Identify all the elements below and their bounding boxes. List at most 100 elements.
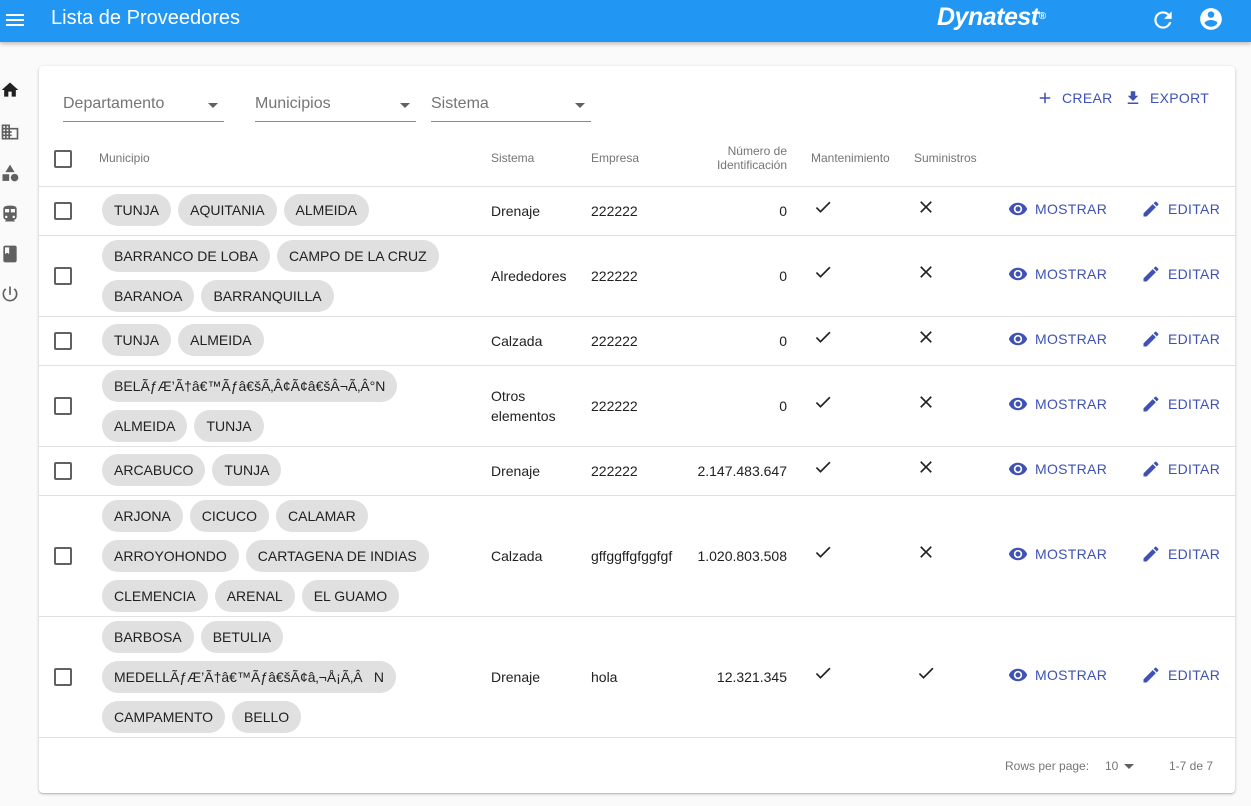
sistema-label: Sistema xyxy=(431,95,489,112)
editar-label: EDITAR xyxy=(1168,265,1221,282)
municipios-select[interactable]: Municipios xyxy=(255,88,416,122)
mostrar-label: MOSTRAR xyxy=(1035,395,1108,412)
table-row: ARCABUCO TUNJA Drenaje 222222 2.147.483.647 M… xyxy=(39,446,1235,496)
header-mantenimiento[interactable]: Mantenimiento xyxy=(811,151,890,165)
header-numero-identificacion[interactable]: Número de Identificación xyxy=(637,144,787,172)
municipio-chip[interactable]: ARROYOHONDO xyxy=(102,540,239,572)
municipio-chips: TUNJA AQUITANIA ALMEIDA xyxy=(102,194,472,226)
municipio-chip[interactable]: CARTAGENA DE INDIAS xyxy=(245,540,429,572)
crear-button[interactable]: CREAR xyxy=(1036,86,1113,110)
menu-icon[interactable] xyxy=(5,9,27,31)
export-button[interactable]: EXPORT xyxy=(1124,86,1209,110)
municipio-chip[interactable]: CAMPO DE LA CRUZ xyxy=(276,240,439,272)
municipio-chip[interactable]: BELLO xyxy=(232,701,302,733)
municipio-chips: BARBOSA BETULIA MEDELLÃƒÆ’Ã†â€™Ãƒâ€šÃ¢â‚¬Å… xyxy=(102,621,472,733)
category-icon[interactable] xyxy=(0,163,19,183)
editar-button[interactable]: EDITAR xyxy=(1141,665,1220,685)
row-checkbox[interactable] xyxy=(54,546,72,565)
municipio-chips: BARRANCO DE LOBA CAMPO DE LA CRUZ BARANOA B… xyxy=(102,240,472,312)
power-icon[interactable] xyxy=(0,284,18,304)
check-icon xyxy=(916,663,936,683)
row-checkbox[interactable] xyxy=(54,331,72,350)
editar-button[interactable]: EDITAR xyxy=(1141,264,1220,284)
header-suministros[interactable]: Suministros xyxy=(914,151,977,165)
municipio-chip[interactable]: ARCABUCO xyxy=(102,454,206,486)
municipio-chip[interactable]: CLEMENCIA xyxy=(102,580,208,612)
municipio-chip[interactable]: ARJONA xyxy=(102,500,183,532)
header-numero-line1: Número de xyxy=(727,144,787,158)
table-row: TUNJA ALMEIDA Calzada 222222 0 MOSTRAR EDITAR xyxy=(39,316,1235,366)
account-circle-icon[interactable] xyxy=(1198,6,1224,32)
municipio-chip[interactable]: CICUCO xyxy=(189,500,270,532)
header-municipio[interactable]: Municipio xyxy=(99,151,150,165)
mostrar-button[interactable]: MOSTRAR xyxy=(1008,544,1107,564)
municipio-chip[interactable]: AQUITANIA xyxy=(178,194,277,226)
numero-identificacion-cell: 0 xyxy=(779,397,787,414)
municipio-chip[interactable]: CALAMAR xyxy=(276,500,368,532)
sistema-cell: Alrededores xyxy=(491,267,567,284)
municipio-chips: ARJONA CICUCO CALAMAR ARROYOHONDO CARTAGENA … xyxy=(102,500,472,612)
logo-registered-mark: ® xyxy=(1038,11,1046,22)
mostrar-button[interactable]: MOSTRAR xyxy=(1008,329,1107,349)
select-all-checkbox[interactable] xyxy=(54,150,72,168)
municipio-chip[interactable]: BARRANQUILLA xyxy=(201,280,334,312)
municipio-chip[interactable]: ALMEIDA xyxy=(102,410,188,442)
row-checkbox[interactable] xyxy=(54,396,72,415)
rows-per-page-select[interactable]: 10 xyxy=(1105,759,1134,773)
header-sistema[interactable]: Sistema xyxy=(491,151,534,165)
mostrar-label: MOSTRAR xyxy=(1035,545,1108,562)
municipio-chip[interactable]: ALMEIDA xyxy=(283,194,370,226)
row-checkbox[interactable] xyxy=(54,667,72,686)
chevron-down-icon xyxy=(575,103,585,108)
sistema-cell: Calzada xyxy=(491,332,543,349)
chevron-down-icon xyxy=(400,103,410,108)
municipio-chip[interactable]: TUNJA xyxy=(194,410,264,442)
municipio-chip[interactable]: ARENAL xyxy=(214,580,295,612)
mostrar-button[interactable]: MOSTRAR xyxy=(1008,665,1107,685)
sistema-select[interactable]: Sistema xyxy=(431,88,591,122)
municipio-chip[interactable]: TUNJA xyxy=(102,194,172,226)
editar-button[interactable]: EDITAR xyxy=(1141,199,1220,219)
editar-button[interactable]: EDITAR xyxy=(1141,544,1220,564)
building-icon[interactable] xyxy=(0,122,19,142)
municipio-chip[interactable]: BARRANCO DE LOBA xyxy=(102,240,270,272)
eye-icon xyxy=(1008,459,1028,479)
check-icon xyxy=(813,327,833,347)
municipio-chip[interactable]: MEDELLÃƒÆ’Ã†â€™Ãƒâ€šÃ¢â‚¬Å¡Ã‚ÂN xyxy=(102,661,396,693)
row-checkbox[interactable] xyxy=(54,266,72,285)
pencil-icon xyxy=(1141,394,1161,414)
municipio-chip[interactable]: TUNJA xyxy=(212,454,282,486)
municipio-chip[interactable]: BETULIA xyxy=(200,621,284,653)
municipio-chip[interactable]: EL GUAMO xyxy=(301,580,400,612)
municipio-chip[interactable]: CAMPAMENTO xyxy=(102,701,226,733)
mostrar-button[interactable]: MOSTRAR xyxy=(1008,394,1107,414)
mostrar-button[interactable]: MOSTRAR xyxy=(1008,264,1107,284)
export-label: EXPORT xyxy=(1150,90,1210,106)
departamento-select[interactable]: Departamento xyxy=(63,88,224,122)
municipio-chip[interactable]: BARBOSA xyxy=(102,621,194,653)
pagination-range: 1-7 de 7 xyxy=(1169,759,1214,773)
editar-label: EDITAR xyxy=(1168,330,1221,347)
rows-per-page-label: Rows per page: xyxy=(1005,759,1090,773)
editar-button[interactable]: EDITAR xyxy=(1141,459,1220,479)
row-checkbox[interactable] xyxy=(54,201,72,220)
municipio-chip[interactable]: TUNJA xyxy=(102,324,172,356)
municipio-chip[interactable]: ALMEIDA xyxy=(178,324,264,356)
header-empresa[interactable]: Empresa xyxy=(591,151,639,165)
editar-button[interactable]: EDITAR xyxy=(1141,329,1220,349)
municipio-chip[interactable]: BELÃƒÆ’Ã†â€™Ãƒâ€šÃ‚Â¢Ã¢â€šÂ¬Ã‚Â°N xyxy=(102,370,398,402)
mostrar-button[interactable]: MOSTRAR xyxy=(1008,459,1107,479)
municipio-chips: TUNJA ALMEIDA xyxy=(102,324,472,356)
empresa-cell: hola xyxy=(591,668,618,685)
empresa-cell: 222222 xyxy=(591,462,638,479)
train-icon[interactable] xyxy=(0,204,18,224)
mostrar-button[interactable]: MOSTRAR xyxy=(1008,199,1107,219)
editar-button[interactable]: EDITAR xyxy=(1141,394,1220,414)
book-icon[interactable] xyxy=(0,244,18,264)
refresh-icon[interactable] xyxy=(1150,7,1176,33)
pencil-icon xyxy=(1141,264,1161,284)
pencil-icon xyxy=(1141,459,1161,479)
row-checkbox[interactable] xyxy=(54,461,72,480)
home-icon[interactable] xyxy=(0,80,19,100)
municipio-chip[interactable]: BARANOA xyxy=(102,280,195,312)
